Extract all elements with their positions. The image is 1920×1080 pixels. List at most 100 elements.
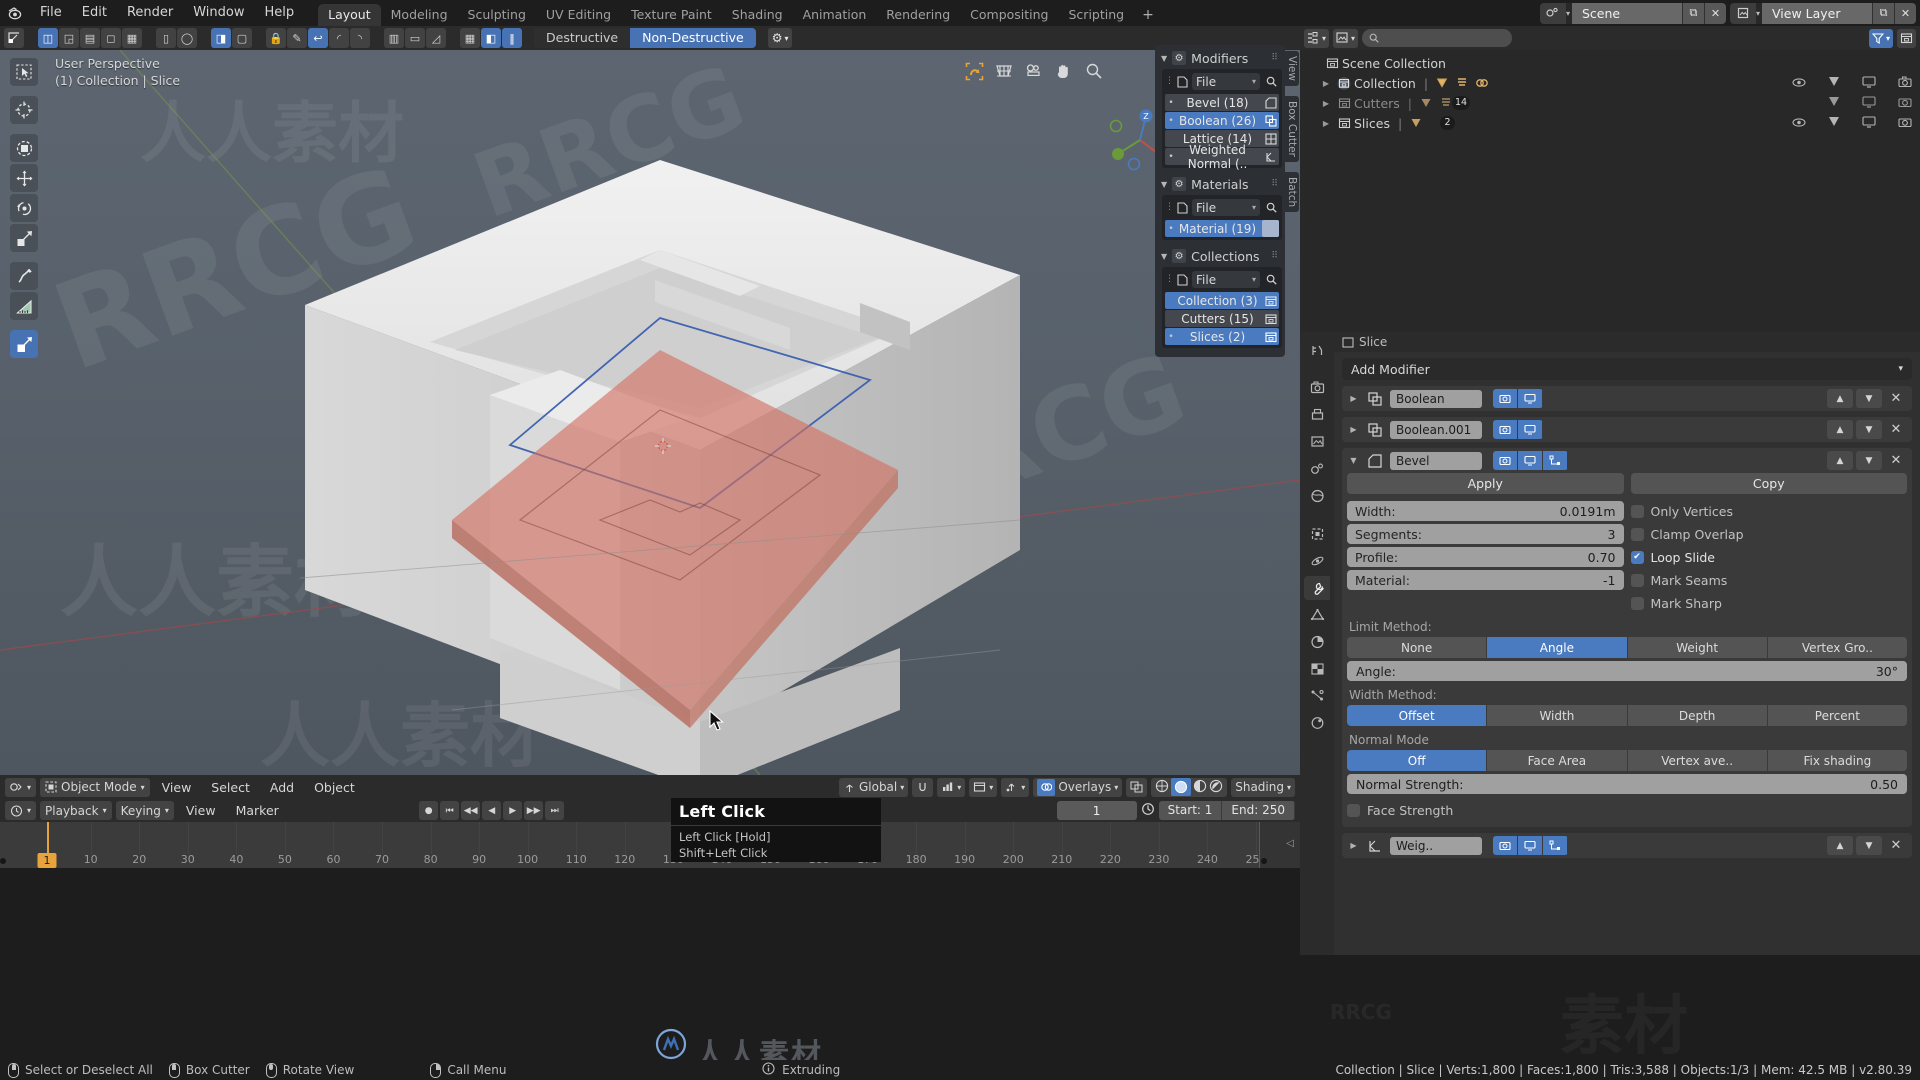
copy-button[interactable]: Copy (1630, 473, 1907, 494)
corner-icon[interactable]: ◿ (426, 28, 446, 48)
modifier-header[interactable]: ▶ Weig.. ▲ ▼ ✕ (1342, 833, 1912, 858)
outliner-row-cutters[interactable]: ▶ Cutters | 14 (1300, 93, 1920, 113)
blender-logo-icon[interactable] (0, 0, 30, 26)
addon-settings-button[interactable]: ⚙ ▾ (767, 28, 793, 48)
camera-icon[interactable] (1898, 116, 1912, 131)
pencil-icon[interactable]: ✎ (287, 28, 307, 48)
face-strength-checkbox[interactable]: Face Strength (1347, 800, 1907, 820)
shade-icon[interactable]: ◧ (481, 28, 501, 48)
panel-section-header-modifiers[interactable]: ▼ ⚙ Modifiers ⠿ (1158, 48, 1282, 68)
timeline-track[interactable]: 1020304050607080901001101201301401501601… (0, 822, 1300, 868)
delete-viewlayer-button[interactable]: ✕ (1894, 2, 1916, 24)
overlays-toggle-icon[interactable] (1037, 778, 1056, 796)
physics-tab[interactable] (1304, 549, 1330, 573)
outliner-row-scene-collection[interactable]: Scene Collection (1300, 53, 1920, 73)
width-percent-button[interactable]: Percent (1767, 705, 1907, 726)
transform-orientation-dropdown[interactable]: Global ▾ (838, 777, 909, 797)
collection-item-collection[interactable]: Collection (3) (1165, 292, 1279, 309)
drag-handle-icon[interactable]: ⠿ (1271, 179, 1279, 189)
destructive-button[interactable]: Destructive (534, 28, 631, 48)
modifier-name-field[interactable]: Bevel (1390, 451, 1482, 470)
modifier-header[interactable]: ▶ Boolean ▲ ▼ ✕ (1342, 386, 1912, 411)
zoom-icon[interactable] (1083, 60, 1105, 82)
move-down-button[interactable]: ▼ (1856, 836, 1882, 855)
array-icon[interactable]: ◲ (59, 28, 79, 48)
monitor-icon[interactable] (1862, 75, 1876, 91)
chevron-down-icon[interactable]: ▼ (1347, 456, 1360, 465)
boxcutter-tool[interactable] (10, 330, 38, 358)
scale-tool[interactable] (10, 224, 38, 252)
tab-add-workspace[interactable]: + (1134, 4, 1162, 26)
outliner-display-mode-dropdown[interactable]: ▾ (1333, 28, 1359, 48)
view-layer-tab[interactable] (1304, 430, 1330, 454)
loop-slide-checkbox[interactable]: ✔ Loop Slide (1630, 547, 1908, 567)
modifier-name-field[interactable]: Boolean (1390, 389, 1482, 408)
lock-icon[interactable]: 🔒 (266, 28, 286, 48)
limit-vertex-group-button[interactable]: Vertex Gro.. (1767, 637, 1907, 658)
outliner-row-slices[interactable]: ▶ Slices | 2 (1300, 113, 1920, 133)
dots-handle-icon[interactable]: ⋮ (1165, 275, 1174, 284)
width-width-button[interactable]: Width (1487, 705, 1627, 726)
delete-scene-button[interactable]: ✕ (1703, 2, 1726, 24)
pause-icon[interactable]: ‖ (502, 28, 522, 48)
cursor-arrow-icon[interactable] (1828, 96, 1840, 111)
tab-shading[interactable]: Shading (722, 4, 793, 26)
playback-dropdown[interactable]: Playback ▾ (40, 801, 112, 820)
viewport-visibility-icon[interactable] (1518, 420, 1543, 439)
viewlayer-selector[interactable]: ▾ View Layer ⧉ ✕ (1729, 2, 1916, 24)
shading-dropdown[interactable]: Shading ▾ (1231, 777, 1295, 797)
normal-strength-field[interactable]: Normal Strength: 0.50 (1347, 774, 1907, 794)
render-visibility-icon[interactable] (1493, 451, 1518, 470)
loop-icon[interactable]: ↩ (308, 28, 328, 48)
select-box-tool[interactable] (10, 134, 38, 162)
modifier-name-field[interactable]: Weig.. (1390, 836, 1482, 855)
hand-icon[interactable] (1053, 60, 1075, 82)
grid-tool-icon[interactable]: ▦ (122, 28, 142, 48)
tab-rendering[interactable]: Rendering (876, 4, 960, 26)
normal-face-area-button[interactable]: Face Area (1487, 750, 1627, 771)
edit-mode-visibility-icon[interactable] (1543, 836, 1568, 855)
modifier-item-bevel[interactable]: • Bevel (18) (1165, 94, 1279, 111)
limit-angle-button[interactable]: Angle (1487, 637, 1627, 658)
wireframe-shading-icon[interactable] (1155, 779, 1169, 796)
cut-icon[interactable]: ◨ (211, 28, 231, 48)
panel-icon[interactable]: ▭ (405, 28, 425, 48)
gizmo-dropdown[interactable]: ▾ (1001, 777, 1030, 797)
normal-vertex-average-button[interactable]: Vertex ave.. (1627, 750, 1767, 771)
bevel-icon[interactable] (1262, 94, 1279, 111)
tab-texture-paint[interactable]: Texture Paint (621, 4, 722, 26)
end-frame-field[interactable]: End: 250 (1222, 801, 1295, 820)
close-icon[interactable]: ✕ (1885, 422, 1907, 437)
tab-modeling[interactable]: Modeling (381, 4, 458, 26)
tab-compositing[interactable]: Compositing (960, 4, 1058, 26)
mirror-icon[interactable]: ◫ (38, 28, 58, 48)
viewport-visibility-icon[interactable] (1518, 451, 1543, 470)
move-tool[interactable] (10, 164, 38, 192)
footer-menu-select[interactable]: Select (203, 778, 258, 797)
chevron-right-icon[interactable]: ▶ (1318, 79, 1334, 88)
move-up-button[interactable]: ▲ (1827, 451, 1853, 470)
side-tab-batch[interactable]: Batch (1285, 171, 1299, 212)
eye-icon[interactable] (1792, 76, 1806, 91)
render-tab[interactable] (1304, 376, 1330, 400)
footer-menu-add[interactable]: Add (262, 778, 302, 797)
drag-handle-icon[interactable]: ⠿ (1271, 251, 1279, 261)
move-down-button[interactable]: ▼ (1856, 389, 1882, 408)
cursor-tool[interactable] (10, 96, 38, 124)
clamp-overlap-checkbox[interactable]: Clamp Overlap (1630, 524, 1908, 544)
tab-layout[interactable]: Layout (318, 4, 381, 26)
camera-icon[interactable] (1898, 76, 1912, 91)
modifier-item-weighted-normal[interactable]: • Weighted Normal (.. (1165, 143, 1279, 171)
footer-menu-view[interactable]: View (154, 778, 200, 797)
collection-item-slices[interactable]: • Slices (2) (1165, 328, 1279, 345)
circle-shape-icon[interactable]: ◯ (177, 28, 197, 48)
new-viewlayer-button[interactable]: ⧉ (1872, 2, 1894, 24)
arc-icon[interactable]: ◜ (329, 28, 349, 48)
play-reverse-button[interactable]: ◀ (482, 801, 502, 820)
drag-handle-icon[interactable]: ⠿ (1271, 53, 1279, 63)
monitor-icon[interactable] (1862, 115, 1876, 131)
scene-name-field[interactable]: Scene (1571, 2, 1682, 24)
constraint-tab[interactable] (1304, 630, 1330, 654)
chevron-right-icon[interactable]: ▶ (1347, 841, 1360, 850)
object-tab[interactable] (1304, 522, 1330, 546)
